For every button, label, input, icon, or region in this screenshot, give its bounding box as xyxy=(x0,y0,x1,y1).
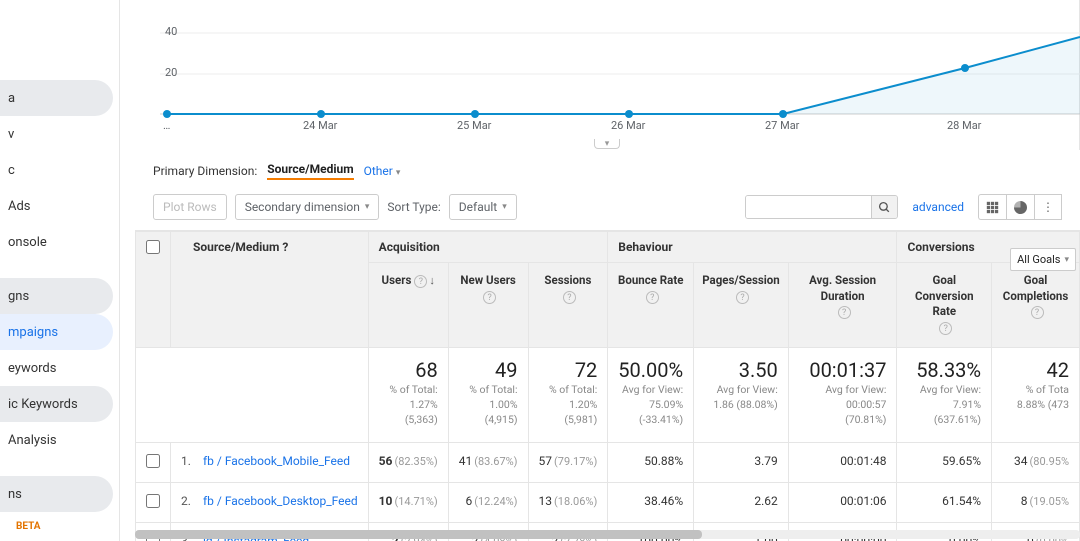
sidebar-item[interactable]: Analysis xyxy=(0,422,113,458)
primary-dimension-label: Primary Dimension: xyxy=(153,164,257,178)
table-row: 2.fb / Facebook_Desktop_Feed 10(14.71%) … xyxy=(136,482,1080,522)
col-bounce-rate[interactable]: Bounce Rate? xyxy=(608,263,694,348)
sidebar-item-campaigns[interactable]: mpaigns xyxy=(0,314,113,350)
sidebar-item[interactable]: ns xyxy=(0,476,113,512)
sidebar-item[interactable]: c xyxy=(0,152,113,188)
x-tick: … xyxy=(163,119,170,132)
search-input[interactable] xyxy=(746,196,871,218)
help-icon[interactable]: ? xyxy=(282,240,288,254)
scroll-thumb[interactable] xyxy=(135,530,702,539)
y-tick: 40 xyxy=(165,25,177,38)
dimension-link[interactable]: fb / Facebook_Mobile_Feed xyxy=(203,454,350,468)
view-pie-button[interactable] xyxy=(1006,194,1034,220)
help-icon[interactable]: ? xyxy=(646,291,659,304)
caret-down-icon: ▾ xyxy=(1064,255,1069,265)
help-icon[interactable]: ? xyxy=(483,291,496,304)
col-new-users[interactable]: New Users? xyxy=(448,263,528,348)
help-icon[interactable]: ? xyxy=(563,291,576,304)
sort-type-select[interactable]: Default▾ xyxy=(449,194,517,220)
col-sessions[interactable]: Sessions? xyxy=(528,263,608,348)
row-checkbox[interactable] xyxy=(146,454,160,468)
group-behaviour: Behaviour xyxy=(608,232,897,263)
sidebar-item[interactable]: ic Keywords xyxy=(0,386,113,422)
sidebar-item[interactable]: v xyxy=(0,116,113,152)
sort-desc-icon: ↓ xyxy=(429,274,435,287)
row-checkbox[interactable] xyxy=(146,494,160,508)
help-icon[interactable]: ? xyxy=(838,306,851,319)
totals-row: 68% of Total:1.27%(5,363) 49% of Total:1… xyxy=(136,348,1080,443)
help-icon[interactable]: ? xyxy=(736,291,749,304)
beta-badge: BETA xyxy=(16,521,41,532)
chart-expand-toggle[interactable]: ▾ xyxy=(594,139,620,149)
search-button[interactable] xyxy=(871,196,897,218)
select-all-checkbox[interactable] xyxy=(146,240,160,254)
view-table-button[interactable] xyxy=(978,194,1006,220)
sidebar: a v c Ads onsole gns mpaigns eywords ic … xyxy=(0,0,120,541)
sidebar-item[interactable]: gns xyxy=(0,278,113,314)
col-goal-conversion-rate[interactable]: Goal Conversion Rate? xyxy=(897,263,992,348)
sidebar-item[interactable]: eywords xyxy=(0,350,113,386)
caret-down-icon: ▾ xyxy=(365,202,370,212)
primary-dimension-selected[interactable]: Source/Medium xyxy=(267,162,353,180)
group-acquisition: Acquisition xyxy=(368,232,608,263)
sidebar-item[interactable]: Ads xyxy=(0,188,113,224)
table-controls: Plot Rows Secondary dimension▾ Sort Type… xyxy=(135,188,1080,231)
all-goals-select[interactable]: All Goals▾ xyxy=(1010,248,1076,271)
caret-down-icon: ▾ xyxy=(396,168,401,178)
primary-dimension-row: Primary Dimension: Source/Medium Other ▾ xyxy=(135,150,1080,188)
col-goal-completions[interactable]: Goal Completions? xyxy=(992,263,1080,348)
secondary-dimension-select[interactable]: Secondary dimension▾ xyxy=(235,194,380,220)
col-users[interactable]: Users?↓ xyxy=(368,263,448,348)
dimension-link[interactable]: fb / Facebook_Desktop_Feed xyxy=(203,494,358,508)
plot-rows-button[interactable]: Plot Rows xyxy=(153,194,227,220)
y-tick: 20 xyxy=(165,66,177,79)
select-all-header xyxy=(136,232,171,348)
help-icon[interactable]: ? xyxy=(414,275,427,288)
sort-type-label: Sort Type: xyxy=(387,200,440,214)
help-icon[interactable]: ? xyxy=(1031,306,1044,319)
help-icon[interactable]: ? xyxy=(939,322,952,335)
x-tick: 25 Mar xyxy=(457,119,491,132)
col-source-medium[interactable]: Source/Medium ? xyxy=(171,232,369,348)
data-table: Source/Medium ? Acquisition Behaviour Co… xyxy=(135,231,1080,541)
advanced-link[interactable]: advanced xyxy=(912,200,964,214)
table-row: 1.fb / Facebook_Mobile_Feed 56(82.35%) 4… xyxy=(136,442,1080,482)
x-tick: 28 Mar xyxy=(947,119,981,132)
col-duration[interactable]: Avg. Session Duration ? xyxy=(788,263,897,348)
view-bar-button[interactable]: ⋮ xyxy=(1034,194,1062,220)
col-pages-session[interactable]: Pages/Session? xyxy=(694,263,789,348)
x-tick: 24 Mar xyxy=(303,119,337,132)
caret-down-icon: ▾ xyxy=(502,202,507,212)
x-tick: 27 Mar xyxy=(765,119,799,132)
horizontal-scrollbar[interactable] xyxy=(135,530,1080,539)
sidebar-item[interactable]: onsole xyxy=(0,224,113,260)
x-tick: 26 Mar xyxy=(611,119,645,132)
trend-chart[interactable]: 40 20 … 24 Mar 25 Mar 26 Mar 27 Mar 28 M… xyxy=(135,0,1080,150)
sidebar-item[interactable]: a xyxy=(0,80,113,116)
search-box xyxy=(745,195,898,219)
primary-dimension-other[interactable]: Other ▾ xyxy=(364,164,401,178)
